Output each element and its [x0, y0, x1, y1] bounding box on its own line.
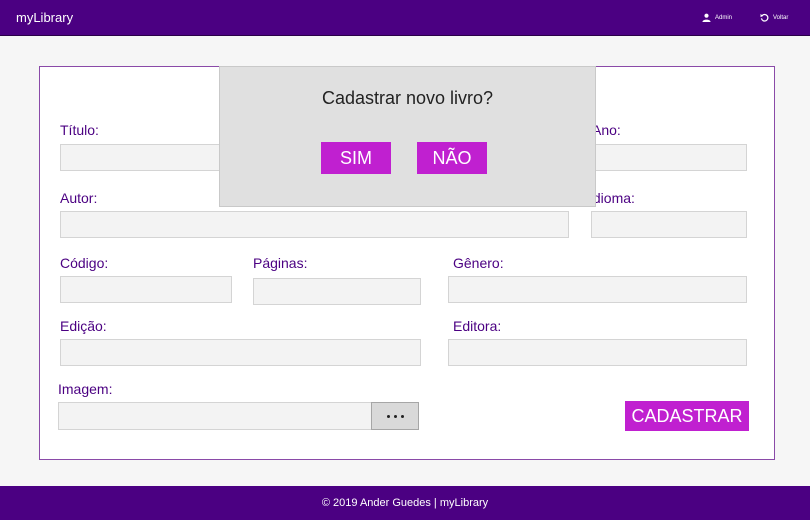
genero-label: Gênero: — [453, 255, 504, 271]
undo-icon — [760, 13, 769, 22]
confirm-yes-button[interactable]: SIM — [321, 142, 391, 174]
edicao-label: Edição: — [60, 318, 107, 334]
edicao-input[interactable] — [60, 339, 421, 366]
autor-label: Autor: — [60, 190, 98, 206]
imagem-label: Imagem: — [58, 381, 113, 397]
codigo-label: Código: — [60, 255, 109, 271]
paginas-input[interactable] — [253, 278, 421, 305]
more-dot-icon — [400, 414, 404, 418]
confirm-no-button[interactable]: NÃO — [417, 142, 487, 174]
imagem-input[interactable] — [58, 402, 372, 430]
codigo-input[interactable] — [60, 276, 232, 303]
idioma-input[interactable] — [591, 211, 747, 238]
back-label: Voltar — [773, 14, 789, 21]
paginas-label: Páginas: — [253, 255, 308, 271]
dialog-title: Cadastrar novo livro? — [321, 88, 494, 108]
editora-input[interactable] — [448, 339, 747, 366]
more-dot-icon — [386, 414, 390, 418]
titulo-label: Título: — [60, 122, 99, 138]
ano-input[interactable] — [591, 144, 747, 171]
back-link[interactable]: Voltar — [760, 13, 788, 22]
admin-label: Admin — [715, 14, 733, 21]
autor-input[interactable] — [60, 211, 569, 238]
confirm-dialog: Cadastrar novo livro? SIM NÃO — [219, 66, 596, 207]
footer-text: © 2019 Ander Guedes | myLibrary — [0, 486, 810, 520]
ano-label: Ano: — [592, 122, 621, 138]
genero-select[interactable] — [448, 276, 747, 303]
user-icon — [702, 13, 711, 22]
editora-label: Editora: — [453, 318, 502, 334]
browse-file-button[interactable] — [371, 402, 419, 430]
more-dot-icon — [393, 414, 397, 418]
top-navbar: myLibrary Admin Voltar — [0, 0, 810, 36]
cadastrar-button[interactable]: CADASTRAR — [625, 401, 749, 431]
admin-link[interactable]: Admin — [702, 13, 732, 22]
brand-logo[interactable]: myLibrary — [16, 10, 73, 25]
